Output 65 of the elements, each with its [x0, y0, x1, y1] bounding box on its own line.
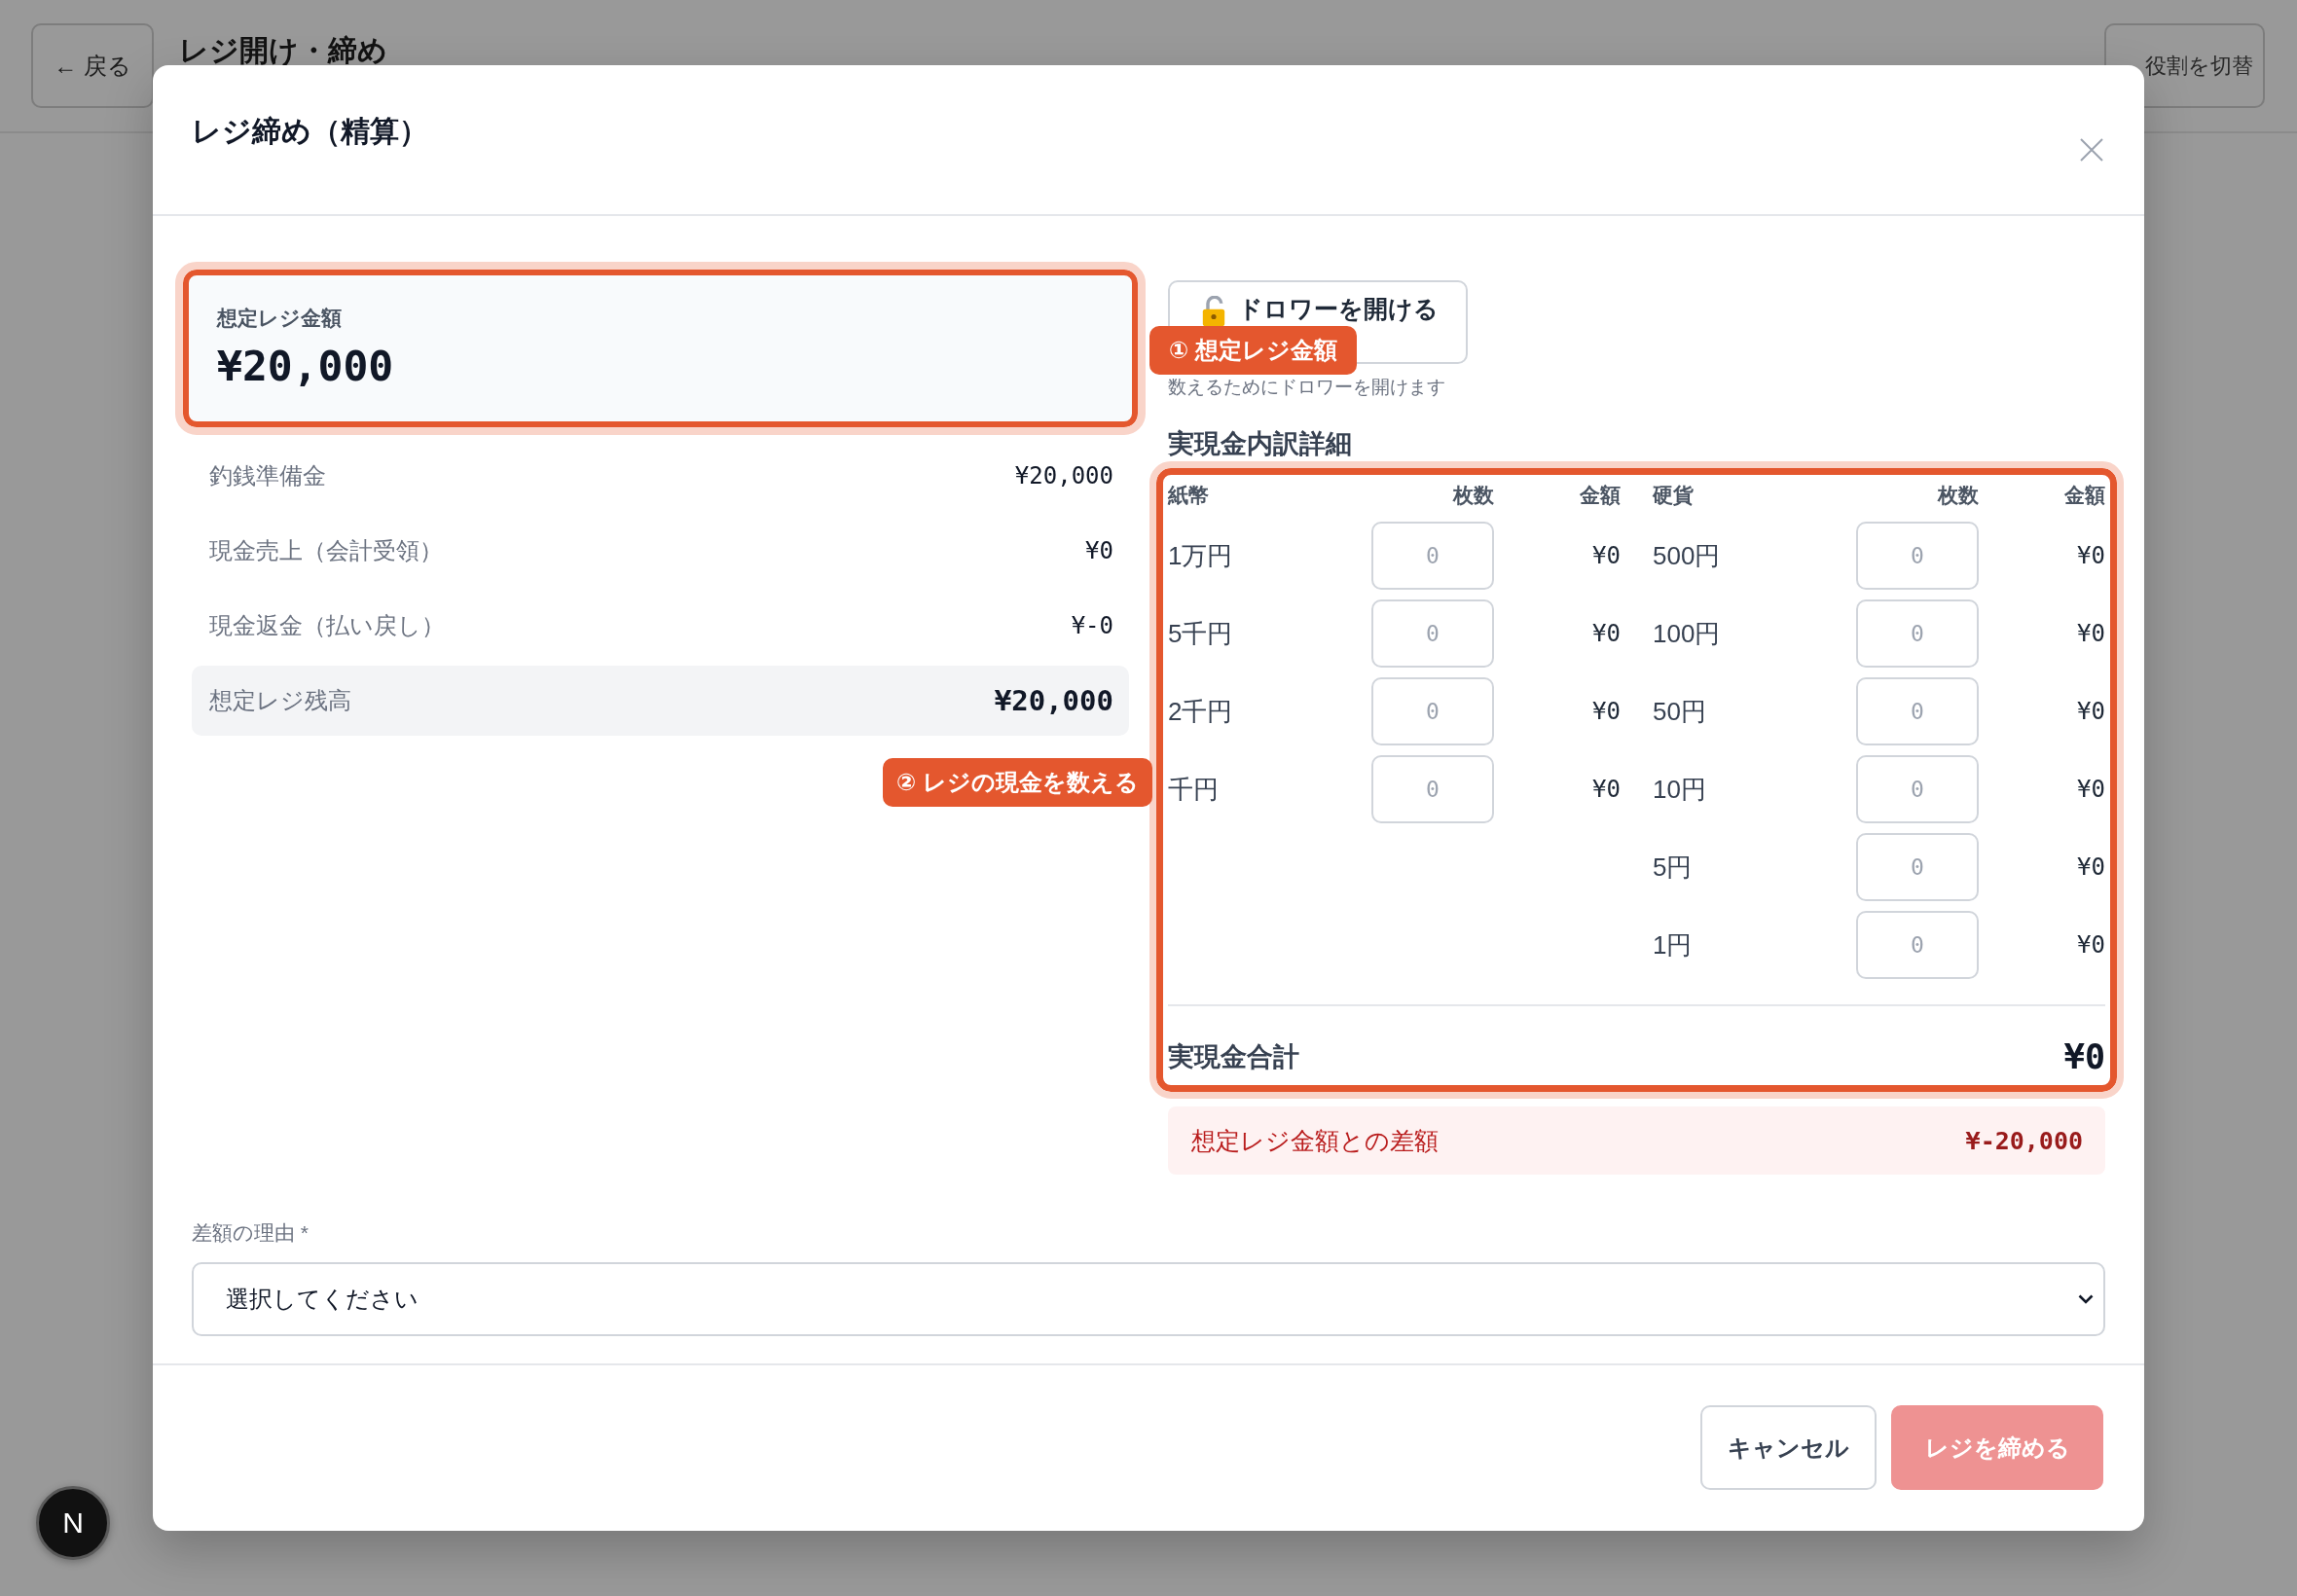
- summary-value: ¥0: [1085, 537, 1113, 564]
- back-button[interactable]: ← 戻る: [31, 23, 154, 108]
- amount-value: ¥0: [2077, 542, 2105, 569]
- count-input[interactable]: 0: [1371, 755, 1494, 823]
- amount-value: ¥0: [2077, 853, 2105, 881]
- count-input[interactable]: 0: [1856, 833, 1979, 901]
- summary-value: ¥20,000: [994, 684, 1113, 717]
- summary-label: 現金返金（払い戻し）: [209, 611, 445, 640]
- step-tooltip: ① 想定レジ金額: [1149, 326, 1357, 375]
- denomination-label: 5円: [1653, 851, 1693, 884]
- summary-label: 現金売上（会計受領）: [209, 536, 443, 565]
- amount-value: ¥0: [2077, 620, 2105, 647]
- denomination-label: 100円: [1653, 617, 1721, 650]
- page-title: レジ開け・締め: [179, 33, 387, 68]
- step-tooltip: ② レジの現金を数える: [883, 758, 1152, 807]
- column-header: 枚数: [1453, 483, 1494, 508]
- count-input[interactable]: 0: [1856, 911, 1979, 979]
- count-input[interactable]: 0: [1371, 677, 1494, 745]
- summary-label: 想定レジ残高: [209, 686, 351, 715]
- count-input[interactable]: 0: [1371, 599, 1494, 668]
- amount-value: ¥0: [2077, 698, 2105, 725]
- close-icon: [2080, 138, 2103, 162]
- group-heading: 硬貨: [1653, 483, 1694, 508]
- group-heading: 紙幣: [1168, 483, 1209, 508]
- summary-value: ¥20,000: [1014, 462, 1113, 490]
- difference-value: ¥-20,000: [1965, 1126, 2083, 1155]
- denomination-label: 500円: [1653, 539, 1721, 572]
- reason-label: 差額の理由 *: [192, 1220, 309, 1246]
- denomination-label: 50円: [1653, 695, 1706, 728]
- reason-select[interactable]: 選択してください: [192, 1262, 2105, 1336]
- amount-value: ¥0: [2077, 931, 2105, 959]
- denomination-label: 2千円: [1168, 695, 1233, 728]
- chevron-down-icon: [2078, 1294, 2094, 1304]
- summary-label: 釣銭準備金: [209, 461, 326, 490]
- amount-value: ¥0: [1592, 542, 1621, 569]
- dialog-title: レジ締め（精算）: [192, 114, 428, 149]
- count-input[interactable]: 0: [1856, 599, 1979, 668]
- amount-value: ¥0: [2077, 776, 2105, 803]
- cancel-button[interactable]: キャンセル: [1700, 1405, 1877, 1490]
- total-label: 実現金合計: [1168, 1041, 1299, 1073]
- amount-value: ¥0: [1592, 698, 1621, 725]
- denomination-label: 1万円: [1168, 539, 1233, 572]
- column-header: 金額: [1580, 483, 1621, 508]
- padlock-icon: [1201, 296, 1226, 326]
- difference-label: 想定レジ金額との差額: [1191, 1125, 1439, 1156]
- count-input[interactable]: 0: [1856, 522, 1979, 590]
- expected-amount-value: ¥20,000: [217, 341, 394, 392]
- drawer-hint: 数えるためにドロワーを開けます: [1168, 376, 1445, 399]
- denomination-label: 10円: [1653, 773, 1706, 806]
- column-header: 枚数: [1938, 483, 1979, 508]
- count-input[interactable]: 0: [1371, 522, 1494, 590]
- count-input[interactable]: 0: [1856, 755, 1979, 823]
- dev-tools-button[interactable]: N: [36, 1486, 110, 1560]
- denomination-label: 5千円: [1168, 617, 1233, 650]
- close-button[interactable]: [2080, 138, 2103, 162]
- column-header: 金額: [2064, 483, 2105, 508]
- denomination-label: 1円: [1653, 928, 1693, 961]
- section-title: 実現金内訳詳細: [1168, 428, 1352, 460]
- total-value: ¥0: [2063, 1036, 2105, 1078]
- expected-amount-label: 想定レジ金額: [217, 306, 342, 331]
- amount-value: ¥0: [1592, 620, 1621, 647]
- count-input[interactable]: 0: [1856, 677, 1979, 745]
- denomination-label: 千円: [1168, 773, 1219, 806]
- summary-value: ¥-0: [1071, 612, 1113, 639]
- amount-value: ¥0: [1592, 776, 1621, 803]
